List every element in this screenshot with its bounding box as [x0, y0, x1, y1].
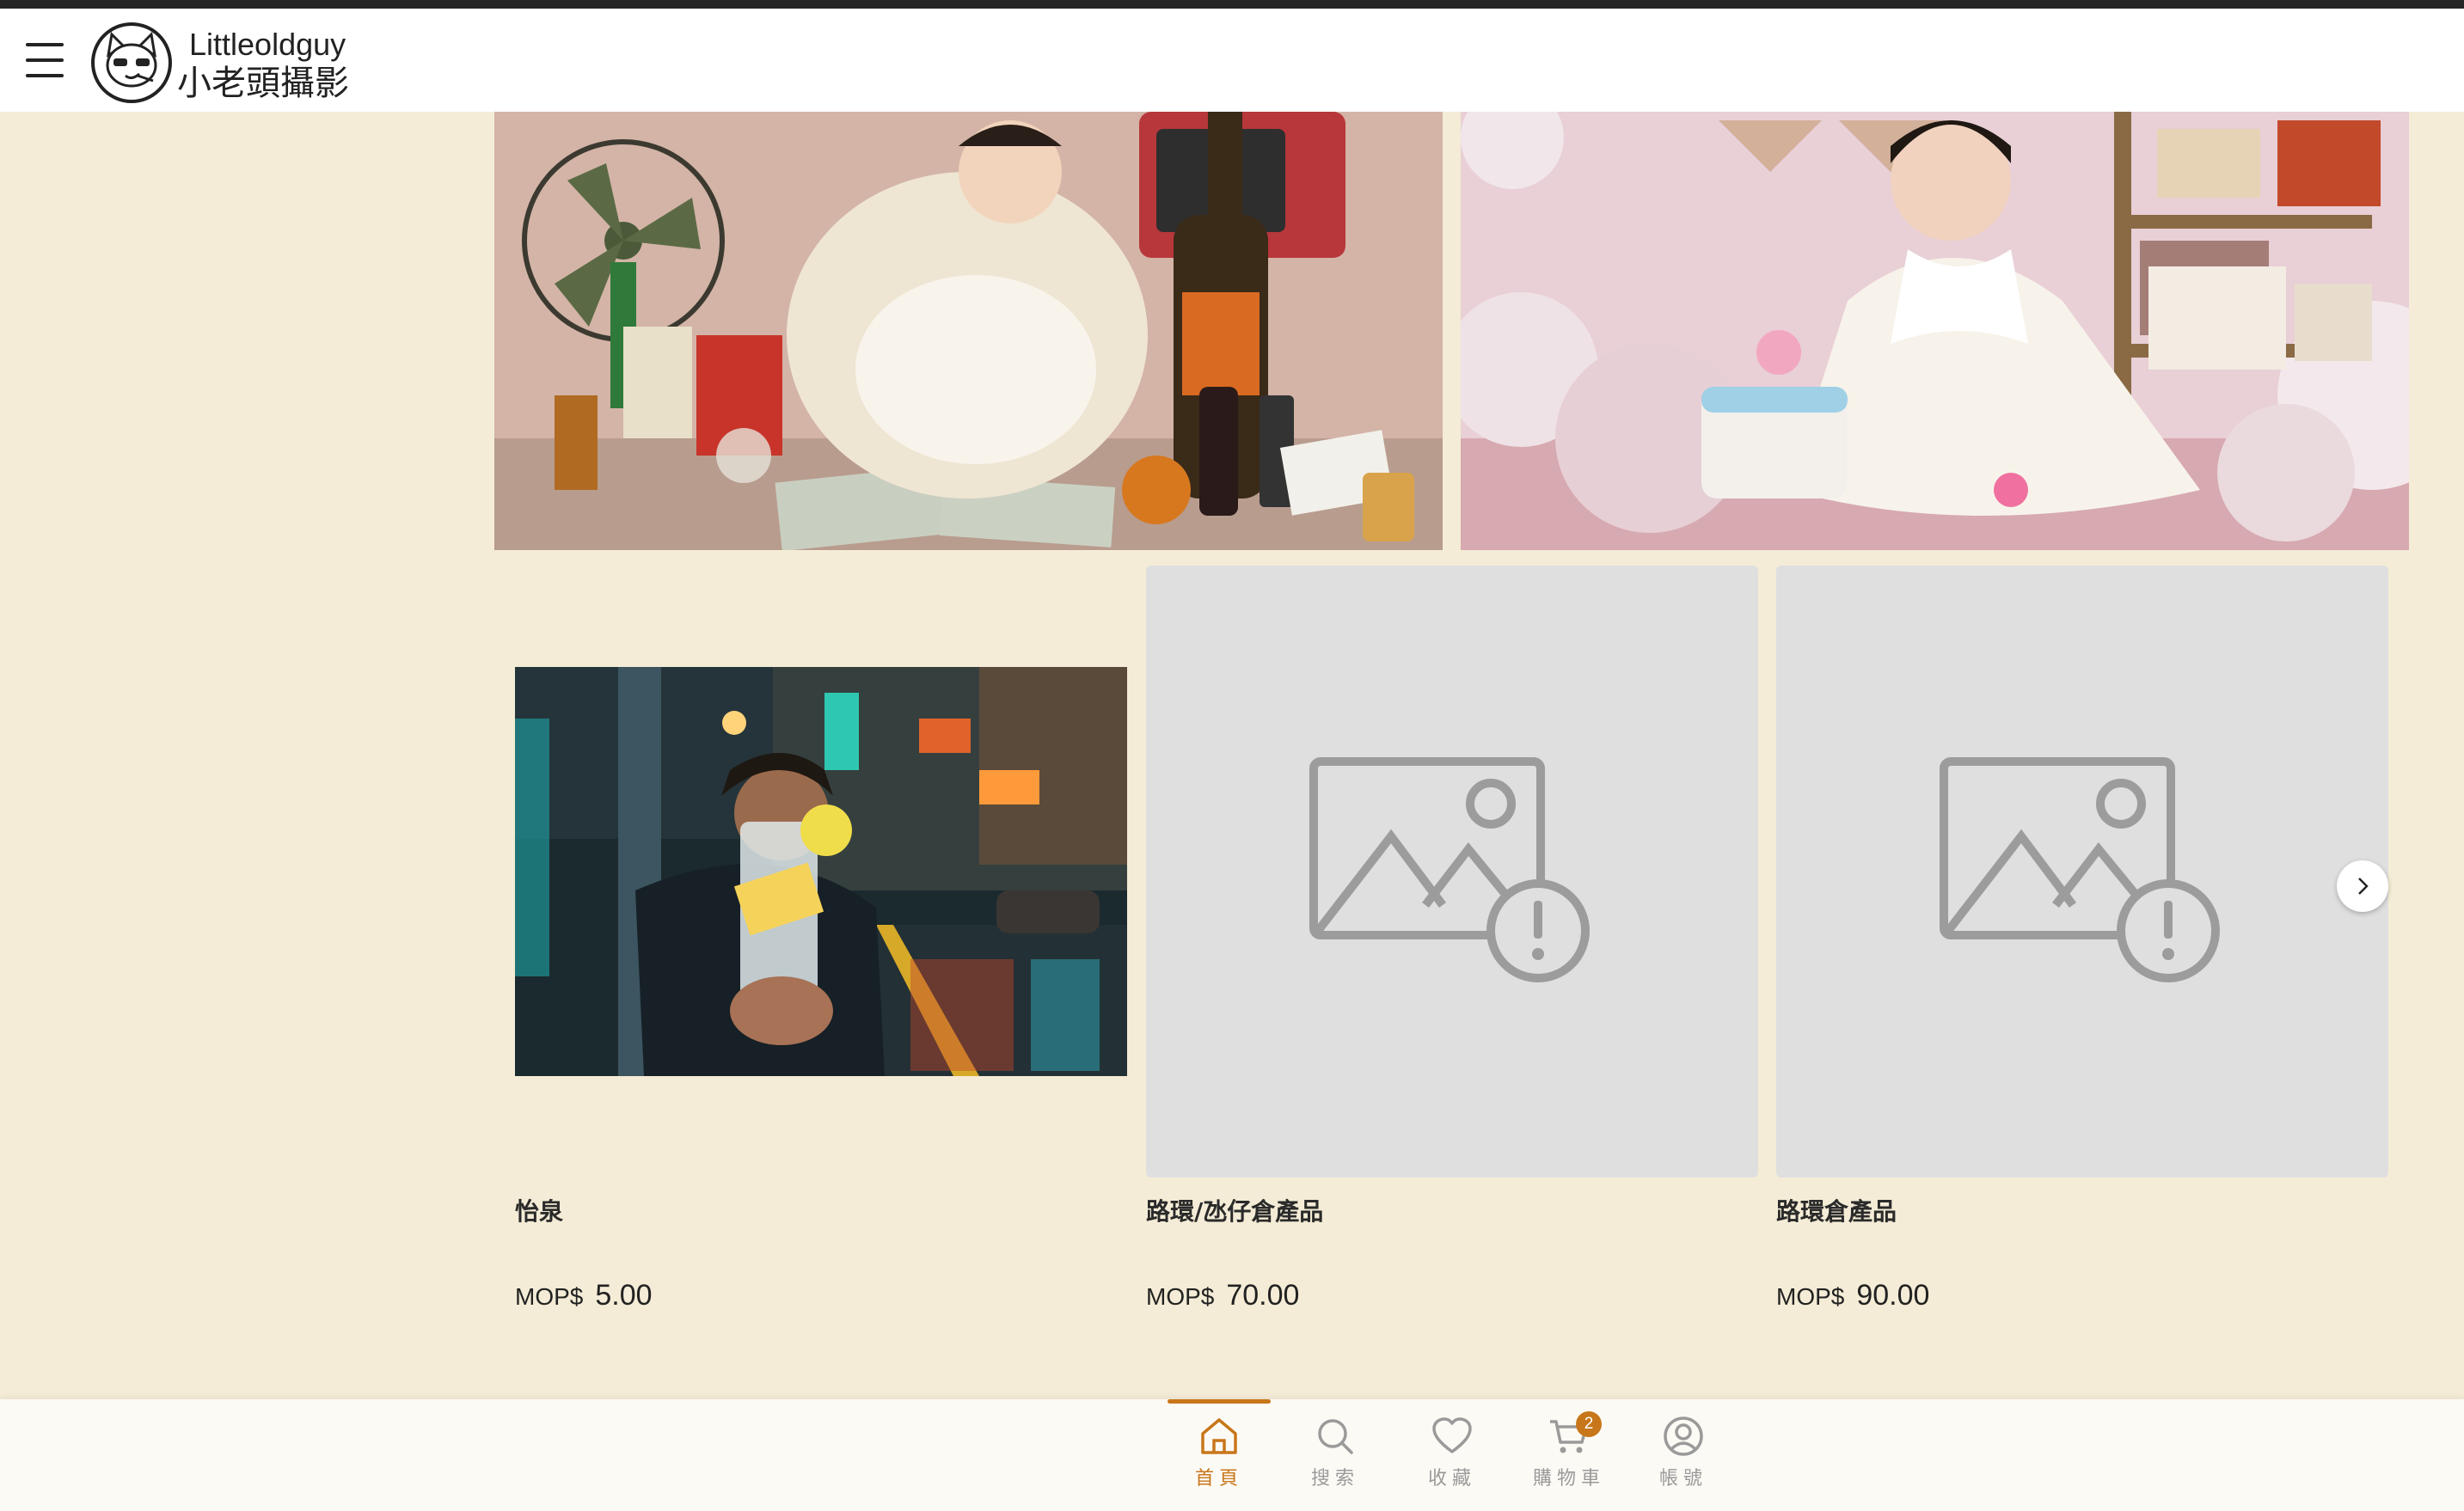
product-card[interactable]: 路環倉產品 MOP$ 90.00	[1776, 566, 2388, 1312]
product-price: MOP$ 5.00	[515, 1279, 653, 1312]
nav-home-label: 首頁	[1194, 1468, 1243, 1490]
active-tab-indicator	[1168, 1399, 1271, 1404]
product-name[interactable]: 怡泉	[515, 1193, 563, 1227]
home-icon	[1201, 1418, 1237, 1454]
product-name[interactable]: 路環倉產品	[1776, 1193, 1897, 1227]
search-icon	[1318, 1419, 1353, 1454]
nav-search[interactable]: 搜索	[1284, 1415, 1387, 1490]
brand-name-zh: 小老頭攝影	[177, 64, 349, 103]
product-card[interactable]: 路環/氹仔倉產品 MOP$ 70.00	[1146, 566, 1758, 1312]
price-currency: MOP$	[1776, 1283, 1845, 1310]
nav-favorites-label: 收藏	[1427, 1468, 1476, 1490]
product-image[interactable]	[515, 566, 1127, 1178]
nav-search-label: 搜索	[1310, 1468, 1359, 1490]
product-name[interactable]: 路環/氹仔倉產品	[1146, 1193, 1323, 1227]
user-icon	[1664, 1416, 1703, 1456]
banner-photo-birthday[interactable]	[1461, 112, 2409, 550]
product-price: MOP$ 70.00	[1146, 1279, 1299, 1312]
cart-count-badge: 2	[1576, 1411, 1602, 1437]
brand-name[interactable]: Littleoldguy 小老頭攝影	[177, 26, 383, 103]
broken-image-icon	[1940, 757, 2220, 982]
brand-name-en: Littleoldguy	[189, 27, 346, 62]
nav-home[interactable]: 首頁	[1168, 1415, 1271, 1490]
price-amount: 5.00	[595, 1279, 653, 1312]
bottom-navigation: 首頁 搜索 收藏 2 購物車 帳號	[0, 1399, 2464, 1511]
price-amount: 70.00	[1226, 1279, 1300, 1312]
product-image-placeholder[interactable]	[1776, 566, 2388, 1178]
price-currency: MOP$	[1146, 1283, 1215, 1310]
nav-favorites[interactable]: 收藏	[1401, 1415, 1504, 1490]
browser-top-strip	[0, 0, 2464, 9]
broken-image-icon	[1309, 757, 1590, 982]
product-price: MOP$ 90.00	[1776, 1279, 1929, 1312]
price-currency: MOP$	[515, 1283, 584, 1310]
product-card[interactable]: 怡泉 MOP$ 5.00	[515, 566, 1127, 1312]
nav-account[interactable]: 帳號	[1632, 1415, 1735, 1490]
brand-logo[interactable]	[89, 21, 174, 105]
banner-photo-newborn[interactable]	[494, 112, 1443, 550]
nav-account-label: 帳號	[1658, 1468, 1707, 1490]
heart-icon	[1432, 1417, 1472, 1453]
hamburger-menu-icon[interactable]	[26, 43, 64, 77]
site-header: Littleoldguy 小老頭攝影	[0, 9, 2464, 112]
nav-cart[interactable]: 2 購物車	[1517, 1411, 1621, 1490]
product-image-placeholder[interactable]	[1146, 566, 1758, 1178]
price-amount: 90.00	[1856, 1279, 1930, 1312]
nav-cart-label: 購物車	[1532, 1468, 1605, 1490]
chevron-right-icon	[2358, 878, 2369, 895]
carousel-next-button[interactable]	[2337, 860, 2388, 912]
